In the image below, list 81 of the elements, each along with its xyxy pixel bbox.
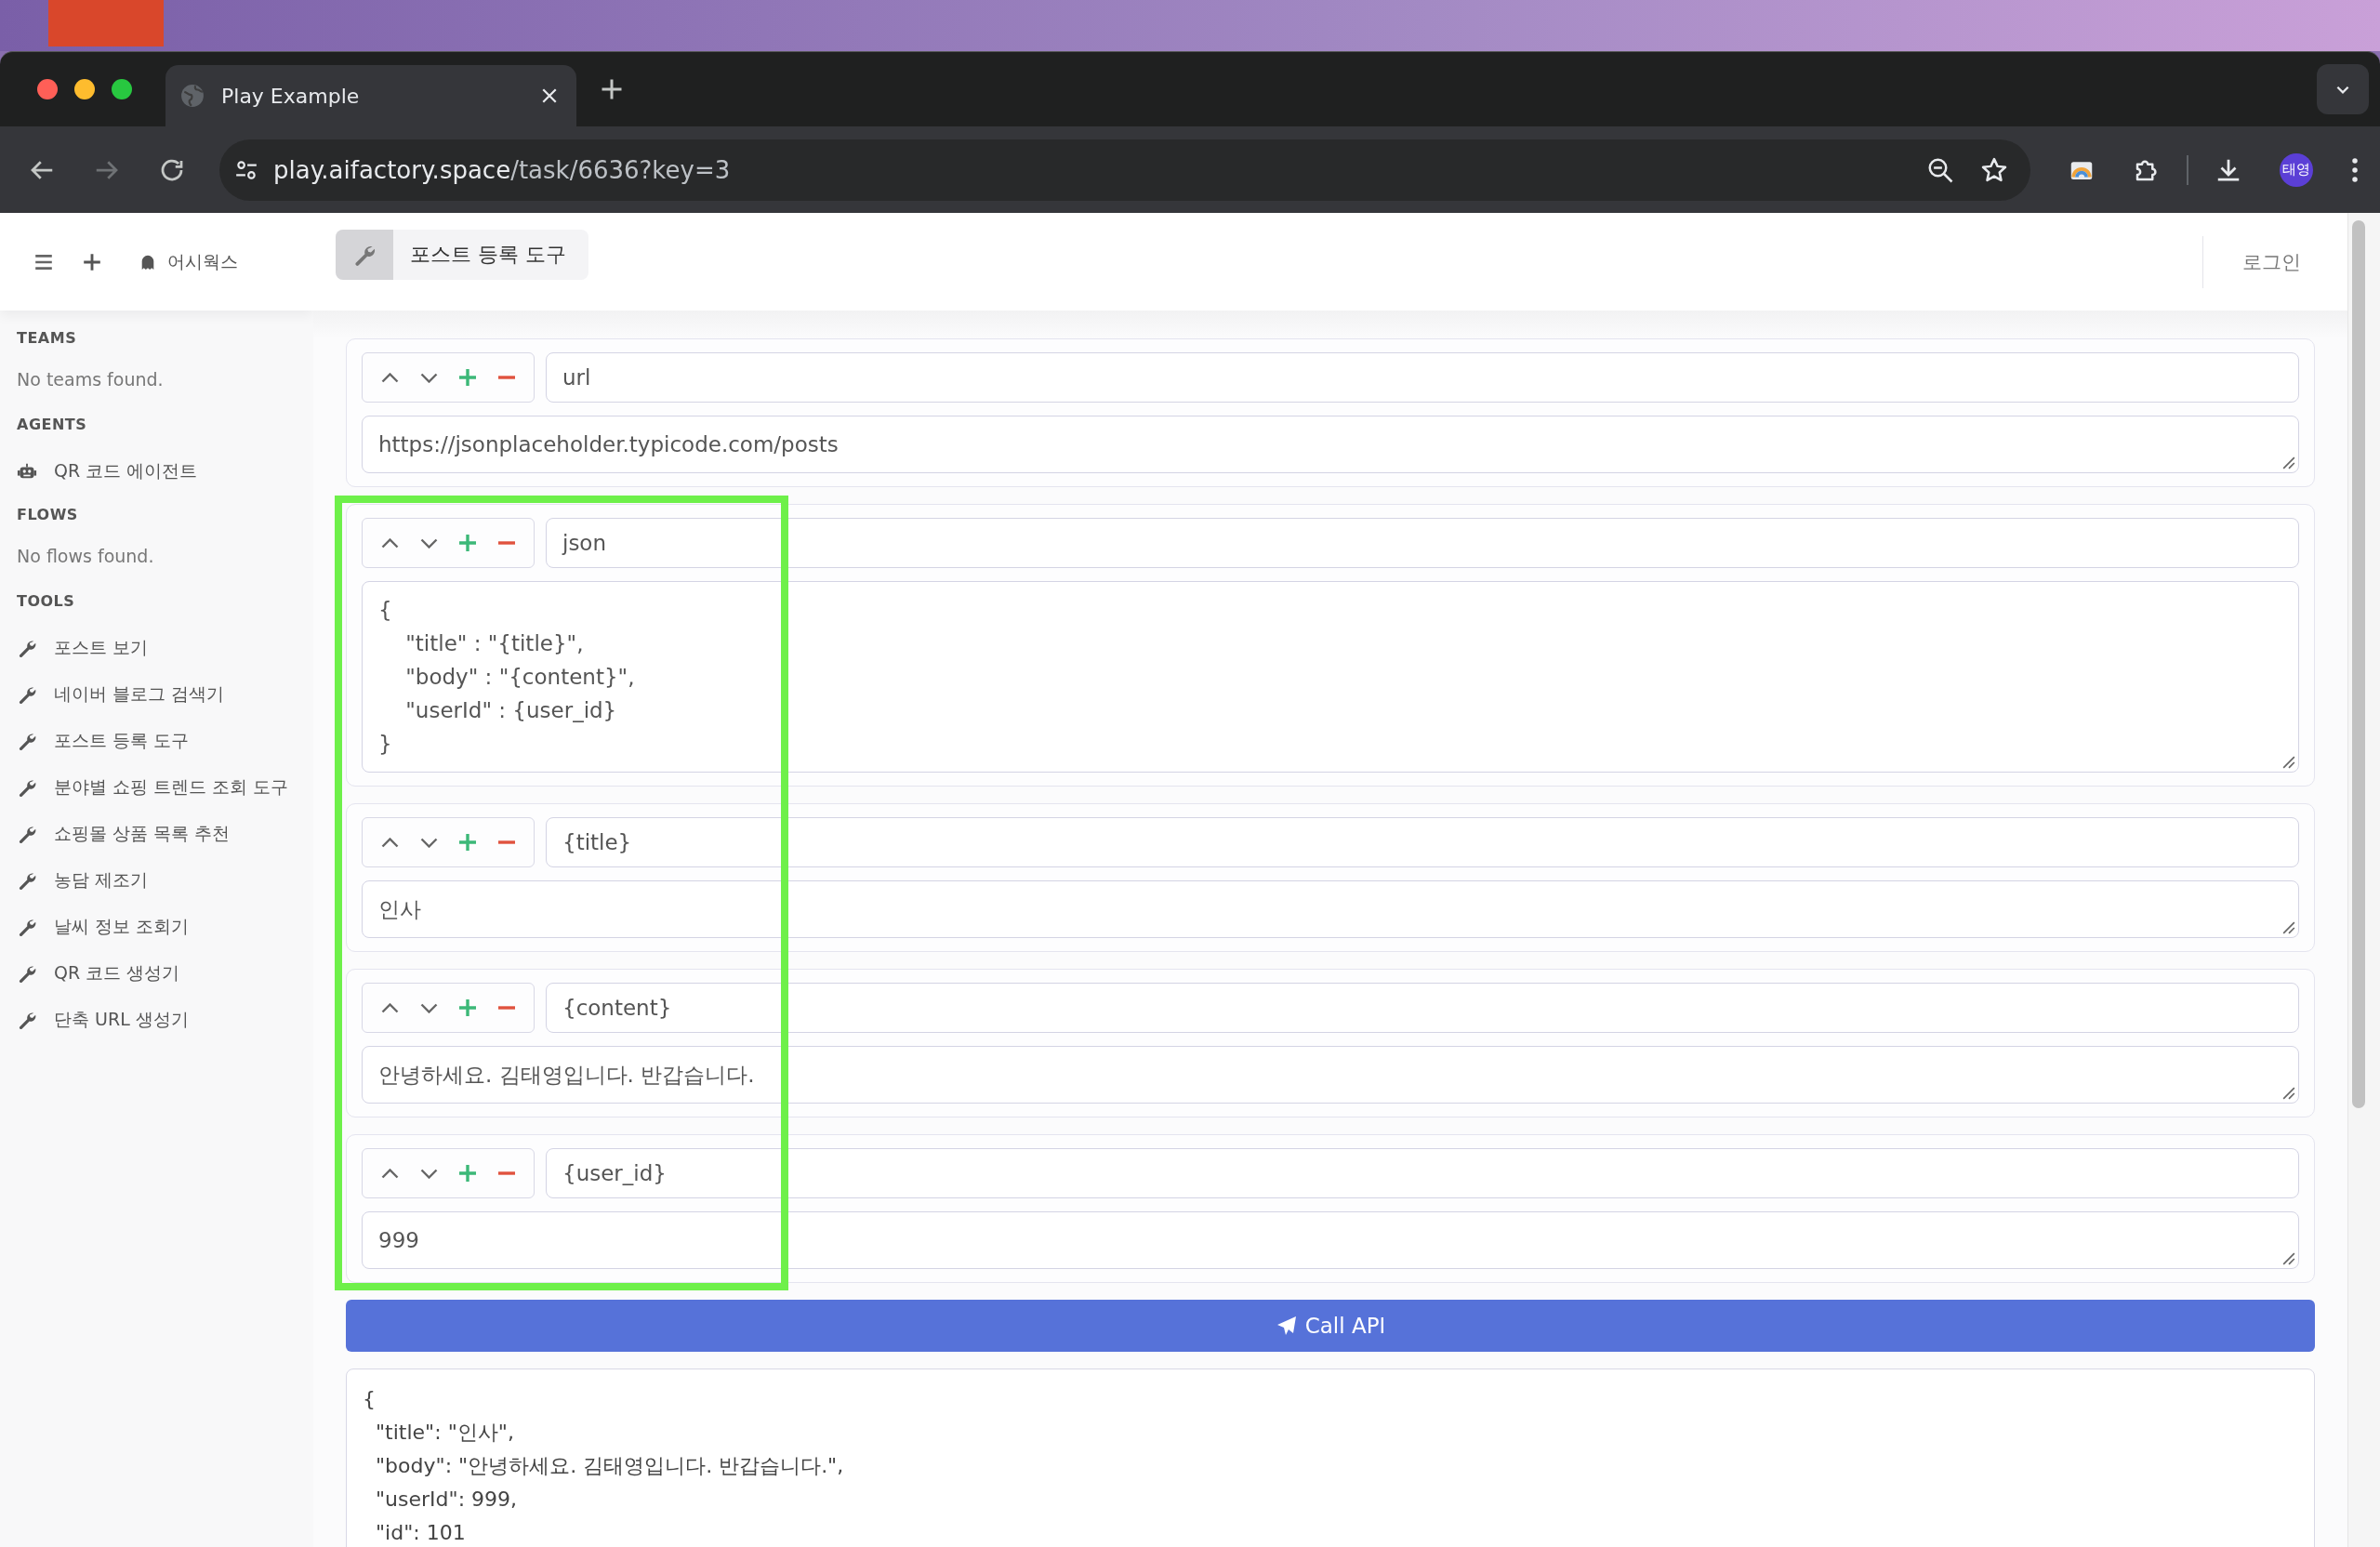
wrench-icon (17, 917, 37, 937)
sidebar-item[interactable]: 포스트 등록 도구 (54, 729, 190, 753)
name-field[interactable]: json (546, 518, 2299, 568)
login-link[interactable]: 로그인 (2242, 248, 2301, 275)
resize-grip-icon[interactable] (2282, 1087, 2295, 1100)
tab-title: Play Example (221, 84, 361, 108)
window-control-icon[interactable] (74, 79, 95, 99)
sidebar-item[interactable]: 포스트 보기 (54, 636, 149, 660)
move-down-icon (419, 1002, 438, 1013)
globe-icon (180, 84, 205, 108)
name-field[interactable]: {content} (546, 983, 2299, 1033)
remove-icon (498, 840, 515, 844)
empty-message: No teams found. (17, 369, 165, 390)
value-field[interactable]: https://jsonplaceholder.typicode.com/posts (362, 416, 2299, 473)
add-icon (459, 369, 476, 386)
sidebar-item[interactable]: 농담 제조기 (54, 868, 149, 892)
section-heading: TEAMS (17, 329, 78, 347)
move-down-icon (419, 537, 438, 549)
tool-title: 포스트 등록 도구 (409, 241, 567, 268)
address-bar[interactable]: play.aifactory.space/task/6636?key=3 (219, 139, 2030, 201)
resize-grip-icon[interactable] (2282, 1252, 2295, 1265)
sidebar-item[interactable]: 날씨 정보 조회기 (54, 915, 190, 939)
remove-icon (498, 541, 515, 545)
move-up-icon (380, 1168, 399, 1179)
value-field[interactable]: 999 (362, 1211, 2299, 1269)
name-field[interactable]: url (546, 352, 2299, 403)
profile-avatar[interactable]: 태영 (2280, 152, 2313, 187)
more-menu-icon[interactable] (2350, 155, 2360, 184)
window-control-icon[interactable] (112, 79, 132, 99)
add-icon (459, 535, 476, 551)
name-field[interactable]: {title} (546, 817, 2299, 867)
scrollbar[interactable] (2347, 213, 2380, 1547)
value-field[interactable]: 안녕하세요. 김태영입니다. 반갑습니다. (362, 1046, 2299, 1104)
new-tab-icon[interactable] (601, 78, 623, 100)
close-icon[interactable] (541, 87, 558, 104)
sidebar-item[interactable]: 네이버 블로그 검색기 (54, 682, 225, 707)
ghost-icon (139, 253, 156, 271)
sidebar-item[interactable]: QR 코드 에이전트 (54, 459, 198, 483)
resize-grip-icon[interactable] (2282, 921, 2295, 934)
resize-grip-icon[interactable] (2282, 456, 2295, 469)
sidebar-item[interactable]: 단축 URL 생성기 (54, 1008, 189, 1032)
move-up-icon (380, 837, 399, 848)
sidebar-item[interactable]: 분야별 쇼핑 트렌드 조회 도구 (54, 775, 289, 800)
call-api-button[interactable]: Call API (346, 1300, 2315, 1352)
window-control-icon[interactable] (37, 79, 58, 99)
wrench-icon (17, 638, 37, 658)
sidebar-item[interactable]: 쇼핑몰 상품 목록 추천 (54, 822, 231, 846)
remove-icon (498, 376, 515, 379)
wrench-icon (17, 684, 37, 705)
add-icon (459, 834, 476, 851)
section-heading: TOOLS (17, 592, 76, 610)
resize-grip-icon[interactable] (2282, 756, 2295, 769)
move-up-icon (380, 1002, 399, 1013)
workspace-name[interactable]: 어시웍스 (167, 249, 238, 274)
remove-icon (498, 1006, 515, 1010)
move-down-icon (419, 837, 438, 848)
remove-icon (498, 1171, 515, 1175)
url-text: play.aifactory.space/task/6636?key=3 (273, 155, 731, 184)
value-field[interactable]: { "title" : "{title}", "body" : "{content}", "userId" : {user_id} } (362, 581, 2299, 773)
star-icon[interactable] (1980, 155, 2008, 184)
wrench-icon (17, 824, 37, 844)
move-down-icon (419, 1168, 438, 1179)
name-field[interactable]: {user_id} (546, 1148, 2299, 1198)
response-text: { "title": "인사", "body": "안녕하세요. 김태영입니다. 반갑습니다.", "userId": 999, "id": 101 (363, 1386, 844, 1546)
move-up-icon (380, 537, 399, 549)
section-heading: AGENTS (17, 416, 88, 433)
plus-icon[interactable] (82, 251, 102, 272)
value-field[interactable]: 인사 (362, 880, 2299, 938)
add-icon (459, 999, 476, 1016)
sidebar-item[interactable]: QR 코드 생성기 (54, 961, 180, 985)
wrench-icon (17, 731, 37, 751)
wrench-icon (17, 870, 37, 891)
wrench-icon (17, 777, 37, 798)
move-up-icon (380, 372, 399, 383)
wrench-icon (17, 1010, 37, 1030)
wrench-icon (17, 963, 37, 984)
add-icon (459, 1165, 476, 1182)
empty-message: No flows found. (17, 546, 155, 566)
section-heading: FLOWS (17, 506, 79, 523)
move-down-icon (419, 372, 438, 383)
browser-tab[interactable]: Play Example (165, 65, 576, 126)
